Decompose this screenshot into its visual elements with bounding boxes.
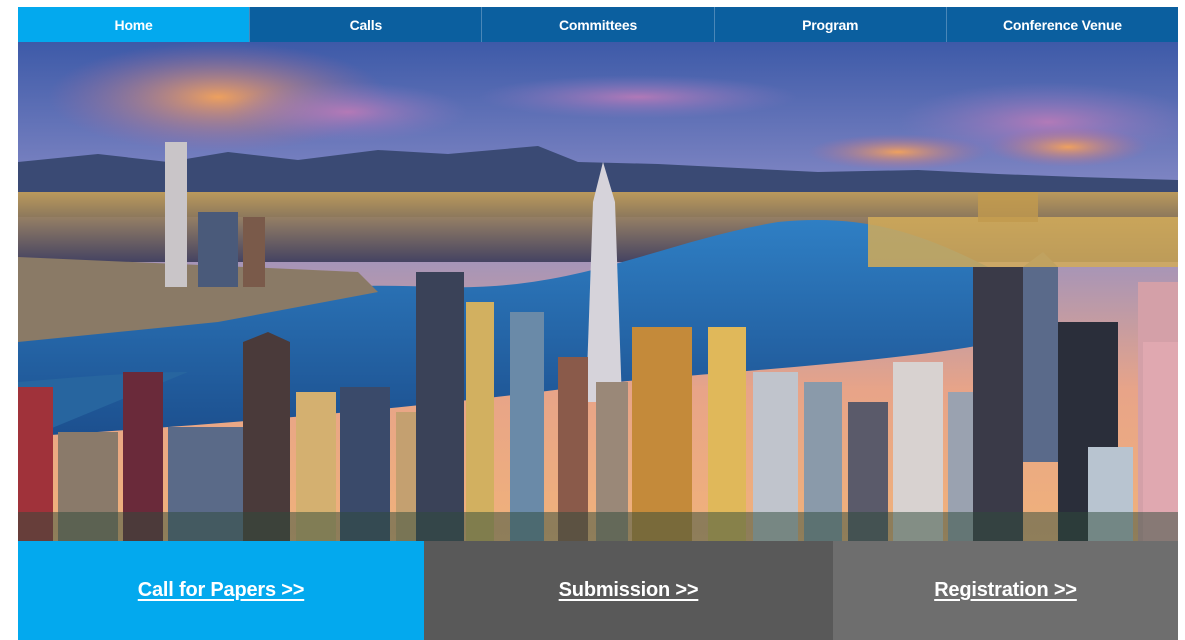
call-for-papers-box[interactable]: Call for Papers >> bbox=[18, 541, 424, 640]
skyline-illustration bbox=[18, 42, 1178, 541]
hero-banner-image bbox=[18, 42, 1178, 541]
registration-link[interactable]: Registration >> bbox=[934, 579, 1077, 602]
submission-box[interactable]: Submission >> bbox=[424, 541, 833, 640]
registration-box[interactable]: Registration >> bbox=[833, 541, 1178, 640]
page: Home Calls Committees Program Conference… bbox=[18, 7, 1178, 640]
nav-item-home[interactable]: Home bbox=[18, 7, 250, 42]
call-for-papers-link[interactable]: Call for Papers >> bbox=[138, 579, 305, 602]
nav-item-committees[interactable]: Committees bbox=[481, 7, 713, 42]
nav-item-conference-venue[interactable]: Conference Venue bbox=[945, 7, 1178, 42]
nav-item-program[interactable]: Program bbox=[713, 7, 946, 42]
main-nav: Home Calls Committees Program Conference… bbox=[18, 7, 1178, 42]
nav-item-calls[interactable]: Calls bbox=[249, 7, 481, 42]
submission-link[interactable]: Submission >> bbox=[559, 579, 699, 602]
action-boxes: Call for Papers >> Submission >> Registr… bbox=[18, 541, 1178, 640]
